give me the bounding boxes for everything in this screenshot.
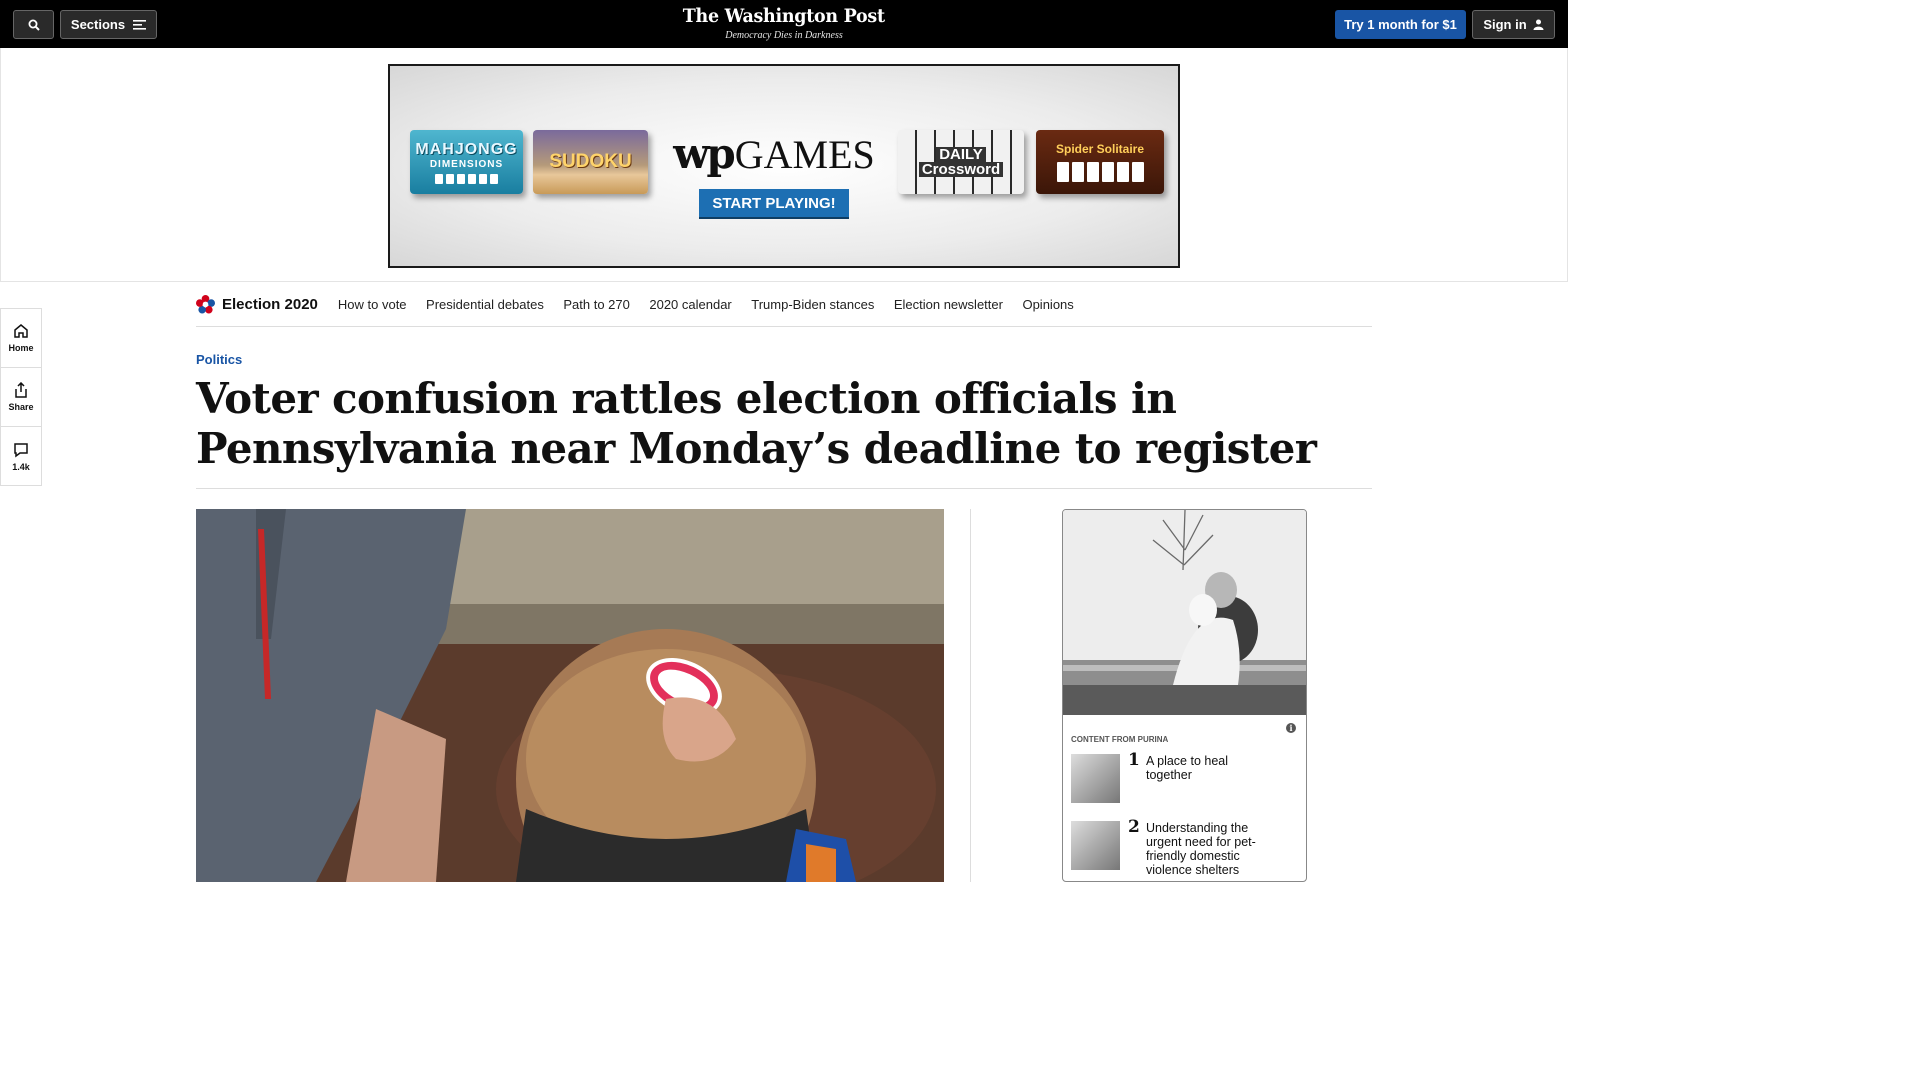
article-headline: Voter confusion rattles election officia… <box>196 374 1317 473</box>
crossword-subtitle: Crossword <box>918 162 1004 177</box>
article-lead-photo <box>196 509 944 882</box>
section-kicker[interactable]: Politics <box>196 352 242 367</box>
sudoku-tile: SUDOKU <box>533 130 648 194</box>
story-number: 2 <box>1128 817 1140 837</box>
sponsored-photo-illustration <box>1063 510 1306 715</box>
mahjongg-title: MAHJONGG <box>415 140 518 158</box>
nav-path-to-270[interactable]: Path to 270 <box>563 297 630 312</box>
story-thumbnail <box>1071 821 1120 870</box>
nav-presidential-debates[interactable]: Presidential debates <box>426 297 544 312</box>
election-star-icon <box>196 294 215 314</box>
wp-monogram: wp <box>673 129 736 178</box>
story-title: A place to heal together <box>1146 754 1229 782</box>
sign-in-button[interactable]: Sign in <box>1472 10 1555 39</box>
solitaire-title: Spider Solitaire <box>1055 142 1145 156</box>
story-thumbnail <box>1071 754 1120 803</box>
sponsored-body: i CONTENT FROM PURINA 1 A place to heal … <box>1063 715 1306 881</box>
election-2020-title[interactable]: Election 2020 <box>196 294 318 314</box>
user-icon <box>1533 19 1544 30</box>
sponsored-story-2[interactable]: 2 Understanding the urgent need for pet-… <box>1071 817 1298 877</box>
spider-solitaire-tile: Spider Solitaire <box>1036 130 1164 194</box>
sponsored-hero-image <box>1063 510 1306 715</box>
masthead: The Washington Post Democracy Dies in Da… <box>0 5 1568 41</box>
nav-election-newsletter[interactable]: Election newsletter <box>894 297 1003 312</box>
nav-trump-biden-stances[interactable]: Trump-Biden stances <box>751 297 874 312</box>
share-icon <box>15 382 27 398</box>
comments-count: 1.4k <box>12 461 30 472</box>
column-divider <box>970 509 971 882</box>
election-title-label: Election 2020 <box>222 295 318 313</box>
nav-opinions[interactable]: Opinions <box>1022 297 1073 312</box>
comment-icon <box>14 442 28 457</box>
sponsored-content-module[interactable]: i CONTENT FROM PURINA 1 A place to heal … <box>1062 509 1307 882</box>
home-icon <box>14 324 28 338</box>
mahjongg-tile: MAHJONGG DIMENSIONS <box>410 130 523 194</box>
start-playing-button[interactable]: START PLAYING! <box>699 189 849 217</box>
mahjongg-subtitle: DIMENSIONS <box>429 158 504 170</box>
story-number: 1 <box>1128 750 1140 770</box>
site-logo[interactable]: The Washington Post <box>683 5 885 27</box>
crossword-tile: DAILY Crossword <box>898 130 1024 194</box>
sign-in-label: Sign in <box>1483 17 1527 32</box>
mahjongg-tiles-graphic <box>435 173 498 184</box>
top-navigation-bar: Sections The Washington Post Democracy D… <box>0 0 1568 48</box>
home-label: Home <box>8 343 34 353</box>
tagline: Democracy Dies in Darkness <box>725 30 843 41</box>
comments-button[interactable]: 1.4k <box>1 427 41 486</box>
cards-graphic <box>1056 162 1144 182</box>
wp-games-banner-ad[interactable]: MAHJONGG DIMENSIONS SUDOKU wp GAMES STAR… <box>388 64 1180 268</box>
share-button[interactable]: Share <box>1 368 41 427</box>
left-action-rail: Home Share 1.4k <box>0 308 42 486</box>
story-title: Understanding the urgent need for pet-fr… <box>1146 821 1256 877</box>
subscribe-button[interactable]: Try 1 month for $1 <box>1335 10 1466 39</box>
wp-games-brand: wp GAMES START PLAYING! <box>673 132 875 217</box>
crossword-title: DAILY <box>936 147 986 162</box>
nav-2020-calendar[interactable]: 2020 calendar <box>649 297 731 312</box>
info-icon[interactable]: i <box>1286 723 1296 733</box>
home-button[interactable]: Home <box>1 309 41 368</box>
nav-how-to-vote[interactable]: How to vote <box>338 297 407 312</box>
sponsor-label: CONTENT FROM PURINA <box>1071 735 1169 744</box>
headline-divider <box>196 488 1372 489</box>
games-wordmark: GAMES <box>734 132 875 177</box>
sponsored-story-1[interactable]: 1 A place to heal together <box>1071 750 1298 803</box>
election-subnav: Election 2020 How to vote Presidential d… <box>196 282 1372 327</box>
lead-photo-illustration <box>196 509 944 882</box>
share-label: Share <box>8 402 34 412</box>
